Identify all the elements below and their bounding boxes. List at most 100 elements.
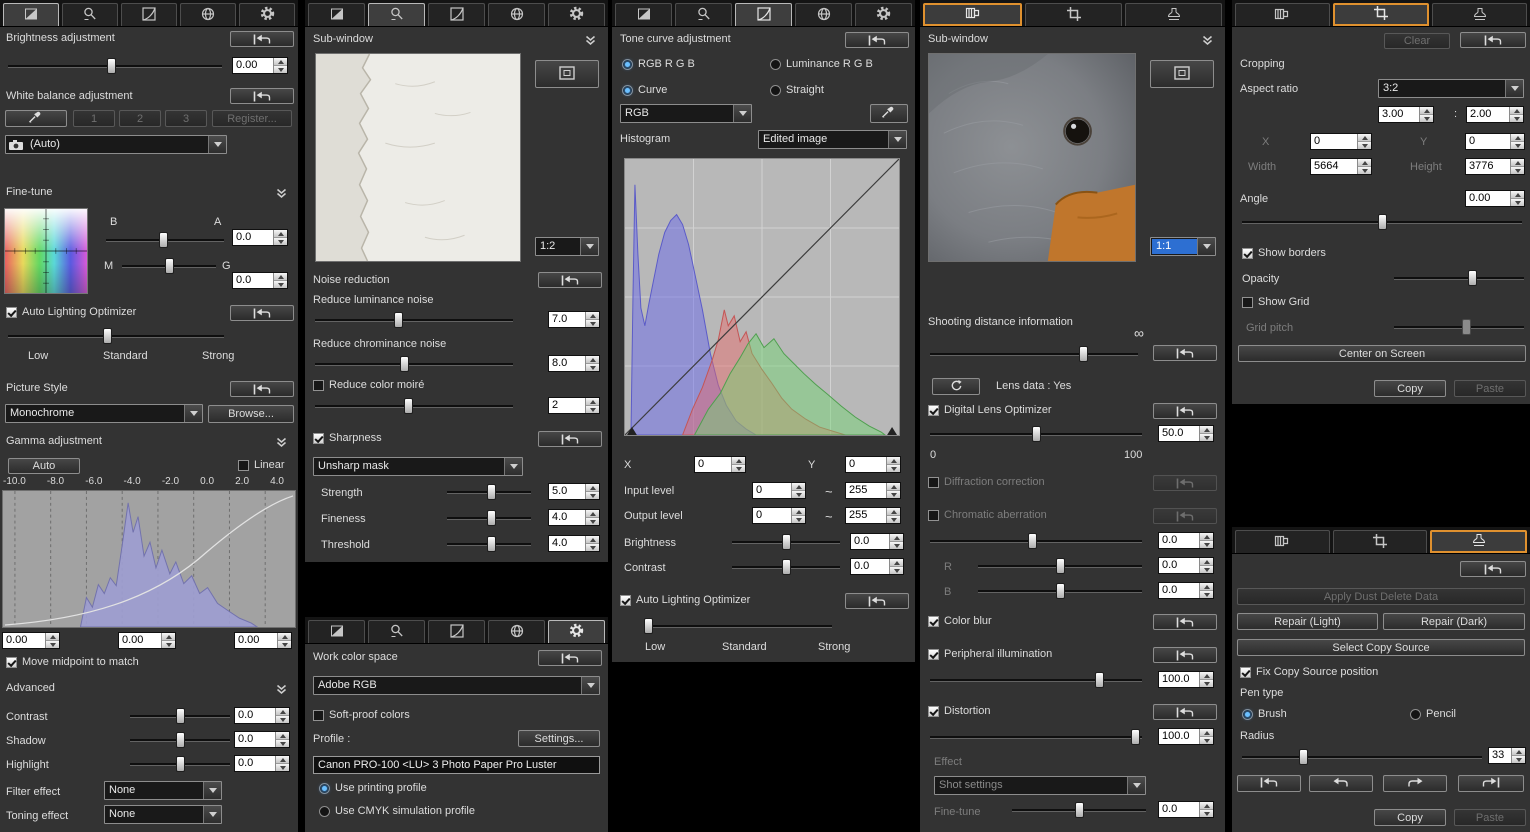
picture-style-dropdown[interactable]: Monochrome xyxy=(5,404,203,423)
fineness-slider[interactable] xyxy=(445,510,533,526)
spin-down[interactable] xyxy=(586,492,599,499)
slider-handle[interactable] xyxy=(1075,802,1084,818)
toning-effect-dropdown[interactable]: None xyxy=(104,805,222,824)
picture-style-reset-button[interactable] xyxy=(230,381,294,397)
slider-handle[interactable] xyxy=(165,258,174,274)
spin-up[interactable] xyxy=(732,457,745,465)
opacity-slider[interactable] xyxy=(1392,270,1526,286)
tab-lens-correction[interactable] xyxy=(1235,3,1330,26)
spin-up[interactable] xyxy=(586,312,599,320)
copy-button[interactable]: Copy xyxy=(1374,809,1446,826)
slider-handle[interactable] xyxy=(1056,583,1065,599)
tab-basic-adjustment[interactable] xyxy=(615,3,672,26)
slider-handle[interactable] xyxy=(176,708,185,724)
slider-handle[interactable] xyxy=(487,536,496,552)
spin-up[interactable] xyxy=(887,457,900,465)
spin-down[interactable] xyxy=(274,66,287,73)
spin-up[interactable] xyxy=(1512,748,1525,756)
cmyk-profile-radio[interactable] xyxy=(319,806,330,817)
slider-handle[interactable] xyxy=(1028,533,1037,549)
color-moire-slider[interactable] xyxy=(313,398,515,414)
slider-handle[interactable] xyxy=(103,328,112,344)
spin-down[interactable] xyxy=(1200,737,1213,744)
spin-down[interactable] xyxy=(586,544,599,551)
spin-down[interactable] xyxy=(1200,434,1213,441)
red-aberration-value[interactable]: 0.0 xyxy=(1158,557,1214,574)
spin-down[interactable] xyxy=(1511,167,1524,174)
aspect-ratio-dropdown[interactable]: 3:2 xyxy=(1378,79,1524,98)
shadow-value[interactable]: 0.0 xyxy=(234,731,290,748)
collapse-chevron-icon[interactable] xyxy=(585,35,596,49)
shadow-slider[interactable] xyxy=(128,732,232,748)
spin-down[interactable] xyxy=(586,364,599,371)
input-low-value[interactable]: 0 xyxy=(752,482,806,499)
slider-handle[interactable] xyxy=(782,559,791,575)
gamma-histogram[interactable] xyxy=(2,490,296,628)
spin-up[interactable] xyxy=(1510,107,1523,115)
dlo-value[interactable]: 50.0 xyxy=(1158,425,1214,442)
spin-up[interactable] xyxy=(586,484,599,492)
collapse-chevron-icon[interactable] xyxy=(1202,35,1213,49)
slider-handle[interactable] xyxy=(1095,672,1104,688)
collapse-chevron-icon[interactable] xyxy=(276,437,287,451)
fine-tune-color-wheel[interactable] xyxy=(4,208,88,294)
crop-y-value[interactable]: 0 xyxy=(1465,133,1525,150)
move-midpoint-checkbox[interactable] xyxy=(6,657,17,668)
threshold-slider[interactable] xyxy=(445,536,533,552)
paste-button[interactable]: Paste xyxy=(1454,380,1526,397)
curve-eyedropper-button[interactable] xyxy=(870,104,908,123)
alo-strength-slider[interactable] xyxy=(642,618,834,634)
spin-up[interactable] xyxy=(274,58,287,66)
spin-up[interactable] xyxy=(586,510,599,518)
spin-down[interactable] xyxy=(586,406,599,413)
show-grid-checkbox[interactable] xyxy=(1242,297,1253,308)
white-balance-dropdown[interactable]: (Auto) xyxy=(5,135,227,154)
repair-dark-button[interactable]: Repair (Dark) xyxy=(1383,613,1525,630)
spin-down[interactable] xyxy=(1200,680,1213,687)
fineness-value[interactable]: 4.0 xyxy=(548,509,600,526)
spin-down[interactable] xyxy=(46,641,59,648)
strength-value[interactable]: 5.0 xyxy=(548,483,600,500)
noise-reduction-reset-button[interactable] xyxy=(538,272,602,288)
spin-up[interactable] xyxy=(276,756,289,764)
zoom-ratio-dropdown[interactable]: 1:1 xyxy=(1150,237,1216,256)
sharpness-checkbox[interactable] xyxy=(313,433,324,444)
spin-up[interactable] xyxy=(1200,426,1213,434)
spin-up[interactable] xyxy=(1511,134,1524,142)
highlight-value[interactable]: 0.0 xyxy=(234,755,290,772)
spin-up[interactable] xyxy=(792,483,805,491)
slider-handle[interactable] xyxy=(107,58,116,74)
diffraction-checkbox[interactable] xyxy=(928,477,939,488)
tab-lens-correction[interactable] xyxy=(1235,530,1330,553)
peripheral-illumination-value[interactable]: 100.0 xyxy=(1158,671,1214,688)
browse-button[interactable]: Browse... xyxy=(208,405,294,423)
rgb-mode-radio[interactable] xyxy=(622,59,633,70)
gamma-highlight-value[interactable]: 0.00 xyxy=(234,632,292,649)
chromatic-aberration-checkbox[interactable] xyxy=(928,510,939,521)
spin-down[interactable] xyxy=(1200,541,1213,548)
crop-width-value[interactable]: 5664 xyxy=(1310,158,1372,175)
distortion-checkbox[interactable] xyxy=(928,706,939,717)
brightness-slider[interactable] xyxy=(730,534,842,550)
alo-checkbox[interactable] xyxy=(620,595,631,606)
tab-tone-adjustment[interactable] xyxy=(428,3,485,26)
dlo-slider[interactable] xyxy=(928,426,1144,442)
wb-preset-1-button[interactable]: 1 xyxy=(73,110,115,127)
spin-down[interactable] xyxy=(792,491,805,498)
slider-handle[interactable] xyxy=(394,312,403,328)
tab-basic-adjustment[interactable] xyxy=(308,620,365,643)
tab-color-adjustment[interactable] xyxy=(488,620,545,643)
brightness-slider[interactable] xyxy=(6,58,224,74)
spin-down[interactable] xyxy=(1420,115,1433,122)
spin-down[interactable] xyxy=(586,518,599,525)
spin-down[interactable] xyxy=(1200,810,1213,817)
spin-up[interactable] xyxy=(1200,583,1213,591)
slider-handle[interactable] xyxy=(1299,749,1308,765)
fine-tune-slider[interactable] xyxy=(1010,802,1148,818)
tab-detail-adjustment[interactable] xyxy=(62,3,118,26)
spin-down[interactable] xyxy=(887,465,900,472)
crop-x-value[interactable]: 0 xyxy=(1310,133,1372,150)
repair-light-button[interactable]: Repair (Light) xyxy=(1237,613,1378,630)
slider-handle[interactable] xyxy=(1032,426,1041,442)
output-low-value[interactable]: 0 xyxy=(752,507,806,524)
